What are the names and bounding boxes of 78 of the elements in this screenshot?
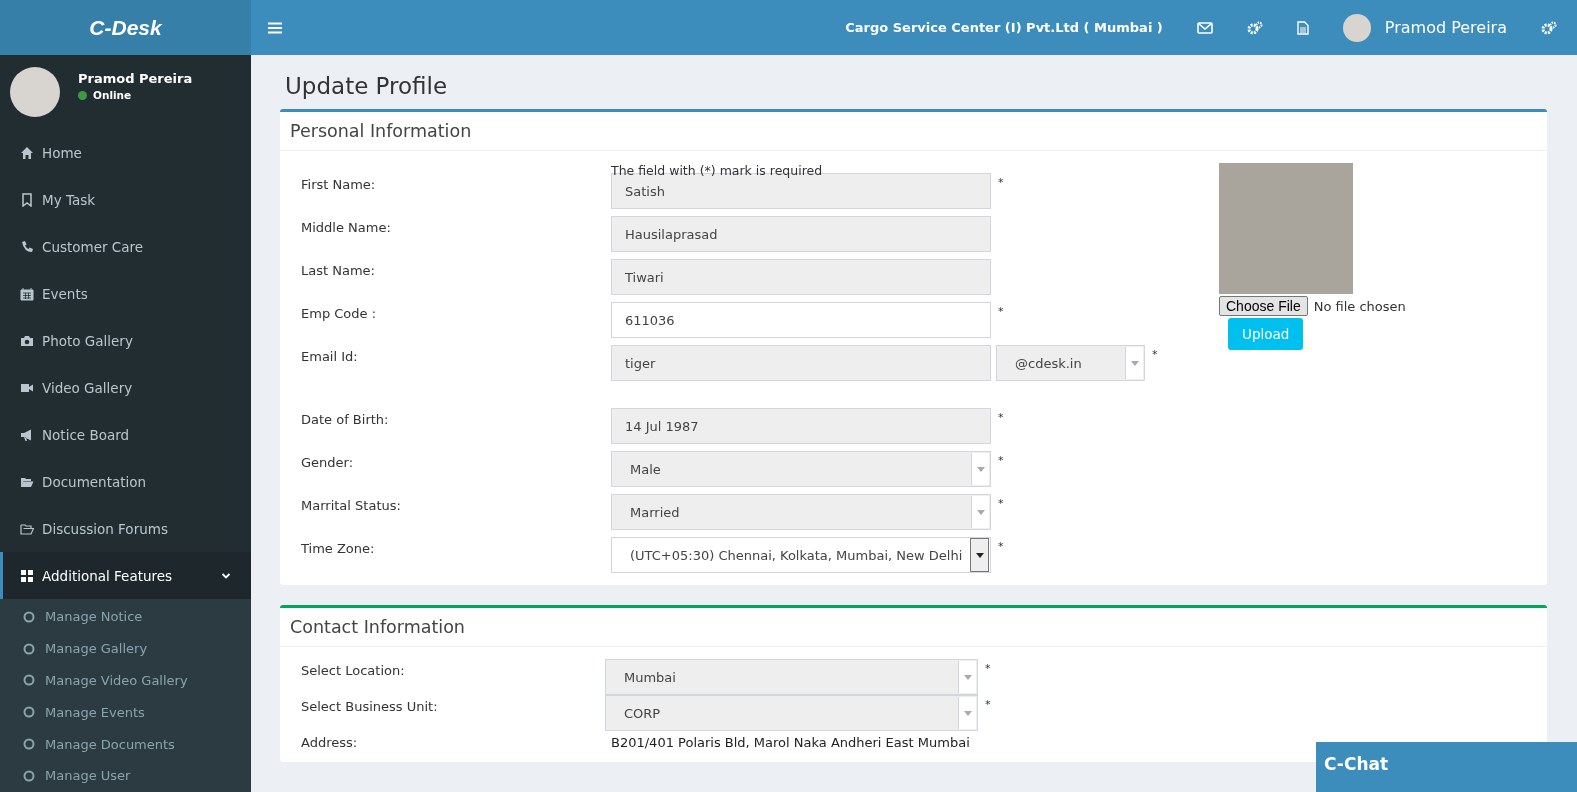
required-mark: * (997, 496, 1004, 510)
select-field[interactable]: (UTC+05:30) Chennai, Kolkata, Mumbai, New Delhi (611, 537, 991, 573)
caret-icon (963, 710, 972, 716)
avatar[interactable] (1342, 13, 1371, 42)
page-title: Update Profile (285, 73, 449, 99)
sidebar-item[interactable]: Documentation (0, 458, 251, 505)
circle-icon (23, 610, 35, 623)
chat-bar[interactable]: C-Chat (1316, 742, 1577, 792)
sidebar-item[interactable]: Photo Gallery (0, 317, 251, 364)
field-label: Marrital Status: (301, 497, 402, 513)
required-mark: * (1151, 347, 1158, 361)
submenu-item[interactable]: Manage Notice (0, 601, 251, 633)
section-title: Contact Information (280, 608, 1547, 647)
field-label: Emp Code : (301, 305, 378, 321)
field-label: Gender: (301, 454, 355, 470)
field-label: Email Id: (301, 348, 359, 364)
address-text: B201/401 Polaris Bld, Marol Naka Andheri East Mumbai (610, 734, 970, 750)
caret-icon (976, 509, 985, 515)
user-name[interactable]: Pramod Pereira (1384, 18, 1507, 37)
document-icon[interactable] (1296, 20, 1309, 35)
field-label: Address: (301, 734, 359, 750)
required-mark: * (984, 697, 991, 711)
field-label: Select Location: (301, 662, 406, 678)
gears-icon[interactable] (1246, 20, 1263, 35)
circle-icon (23, 769, 35, 782)
required-mark: * (997, 539, 1004, 553)
sidebar-item[interactable]: Additional Features (0, 552, 251, 599)
sidebar-item[interactable]: Events (0, 270, 251, 317)
megaphone-icon (20, 427, 34, 442)
sidebar-item[interactable]: Notice Board (0, 411, 251, 458)
required-mark: * (997, 175, 1004, 189)
status-text: Online (93, 89, 132, 101)
grid-icon (20, 568, 34, 583)
company-name: Cargo Service Center (I) Pvt.Ltd ( Mumbai ) (845, 20, 1163, 35)
camera-icon (20, 333, 34, 348)
required-mark: * (997, 304, 1004, 318)
user-name: Pramod Pereira (78, 71, 193, 86)
sidebar-item[interactable]: My Task (0, 176, 251, 223)
caret-icon (976, 466, 985, 472)
circle-icon (23, 642, 35, 655)
sidebar-item[interactable]: Video Gallery (0, 364, 251, 411)
app-logo[interactable]: C-Desk (0, 0, 251, 55)
submenu-item[interactable]: Manage User (0, 760, 251, 792)
submenu-item[interactable]: Manage Events (0, 696, 251, 729)
circle-icon (23, 706, 35, 719)
input-field[interactable]: 611036 (611, 302, 991, 338)
menu-icon[interactable] (268, 21, 282, 34)
required-mark: * (984, 661, 991, 675)
required-mark: * (997, 453, 1004, 467)
phone-icon (20, 239, 34, 254)
field-label: Time Zone: (301, 540, 376, 556)
circle-icon (23, 738, 35, 751)
gears-icon[interactable] (1541, 20, 1557, 35)
avatar (10, 67, 60, 117)
submenu-item[interactable]: Manage Video Gallery (0, 664, 251, 697)
submenu-item[interactable]: Manage Documents (0, 728, 251, 760)
choose-file-button[interactable]: Choose File (1219, 296, 1308, 316)
caret-icon (963, 674, 972, 680)
field-label: Last Name: (301, 262, 376, 278)
sidebar-item[interactable]: Customer Care (0, 223, 251, 270)
bookmark-icon (20, 192, 34, 207)
circle-icon (23, 674, 35, 687)
submenu-item[interactable]: Manage Gallery (0, 632, 251, 665)
section-title: Personal Information (280, 112, 1547, 151)
caret-icon (975, 552, 984, 558)
sidebar-item[interactable]: Home (0, 129, 251, 176)
folder-icon (20, 521, 34, 536)
home-icon (20, 145, 34, 160)
sidebar-item[interactable]: Discussion Forums (0, 505, 251, 552)
required-mark: * (997, 410, 1004, 424)
field-label: Middle Name: (301, 219, 392, 235)
field-label: Date of Birth: (301, 411, 390, 427)
calendar-icon (20, 286, 34, 301)
field-label: Select Business Unit: (301, 698, 439, 714)
envelope-icon[interactable] (1196, 21, 1213, 34)
field-label: First Name: (301, 176, 377, 192)
caret-icon (1130, 360, 1139, 366)
file-status: No file chosen (1313, 298, 1406, 314)
